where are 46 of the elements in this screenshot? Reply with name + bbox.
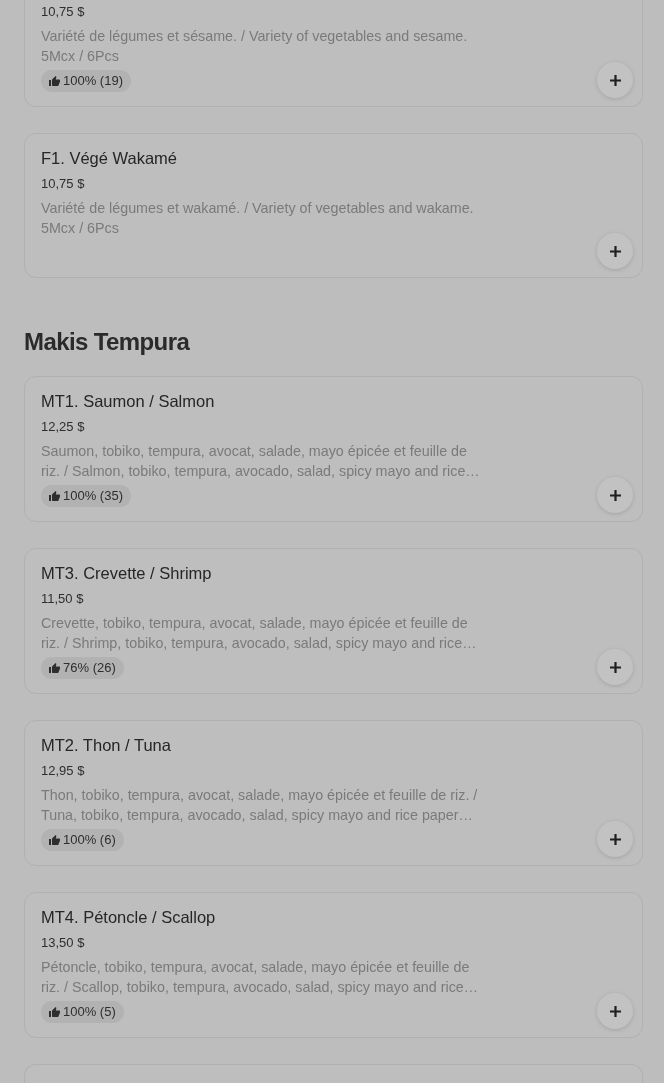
menu-item-card[interactable]: MT2. Thon / Tuna 12,95 $ Thon, tobiko, tempura, avocat, salade, mayo épicée et feuille de riz. / Tuna, tobiko, tempura, avocado, salad, spicy mayo and rice paper… 100% (6) bbox=[24, 720, 643, 866]
item-price: 10,75 $ bbox=[41, 175, 86, 193]
item-title: MT2. Thon / Tuna bbox=[41, 735, 172, 756]
item-description: Pétoncle, tobiko, tempura, avocat, salade, mayo épicée et feuille de riz. / Scallop, tobiko, tempura, avocado, salad, spicy mayo and rice… bbox=[41, 958, 480, 997]
menu-item-card[interactable]: MT3. Crevette / Shrimp 11,50 $ Crevette, tobiko, tempura, avocat, salade, mayo épicée et feuille de riz. / Shrimp, tobiko, tempura, avocado, salad, spicy mayo and rice… 76% (26) bbox=[24, 548, 643, 694]
item-price: 12,25 $ bbox=[41, 418, 86, 436]
item-description: Thon, tobiko, tempura, avocat, salade, mayo épicée et feuille de riz. / Tuna, tobiko, tempura, avocado, salad, spicy mayo and rice paper… bbox=[41, 786, 479, 825]
item-description: Saumon, tobiko, tempura, avocat, salade, mayo épicée et feuille de riz. / Salmon, tobiko, tempura, avocado, salad, spicy mayo and rice… bbox=[41, 442, 481, 481]
item-price: 10,75 $ bbox=[41, 3, 86, 21]
menu-item-card[interactable]: MT1. Saumon / Salmon 12,25 $ Saumon, tobiko, tempura, avocat, salade, mayo épicée et feuille de riz. / Salmon, tobiko, tempura, avocado, salad, spicy mayo and rice… 100% (35) bbox=[24, 376, 643, 522]
plus-icon bbox=[609, 245, 621, 257]
add-button[interactable] bbox=[597, 993, 633, 1029]
item-title: MT1. Saumon / Salmon bbox=[41, 391, 216, 412]
plus-icon bbox=[609, 661, 621, 673]
thumbs-up-icon bbox=[49, 663, 60, 673]
rating-label: 100% (19) bbox=[63, 73, 123, 89]
thumbs-up-icon bbox=[49, 835, 60, 845]
item-description: Variété de légumes et wakamé. / Variety of vegetables and wakame. 5Mcx / 6Pcs bbox=[41, 199, 475, 238]
rating-label: 100% (35) bbox=[63, 488, 123, 504]
menu-item-card[interactable]: 10,75 $ Variété de légumes et sésame. / Variety of vegetables and sesame. 5Mcx / 6Pcs 100% (19) bbox=[24, 0, 643, 107]
plus-icon bbox=[609, 74, 621, 86]
add-button[interactable] bbox=[597, 649, 633, 685]
add-button[interactable] bbox=[597, 62, 633, 98]
add-button[interactable] bbox=[597, 233, 633, 269]
item-title: MT4. Pétoncle / Scallop bbox=[41, 907, 217, 928]
item-title: F1. Végé Wakamé bbox=[41, 148, 179, 169]
item-description: Crevette, tobiko, tempura, avocat, salade, mayo épicée et feuille de riz. / Shrimp, tobiko, tempura, avocado, salad, spicy mayo and rice… bbox=[41, 614, 478, 653]
plus-icon bbox=[609, 489, 621, 501]
add-button[interactable] bbox=[597, 477, 633, 513]
rating-label: 100% (6) bbox=[63, 832, 116, 848]
rating-label: 76% (26) bbox=[63, 660, 116, 676]
menu-item-card[interactable]: MT4. Pétoncle / Scallop 13,50 $ Pétoncle, tobiko, tempura, avocat, salade, mayo épicée et feuille de riz. / Scallop, tobiko, tempura, avocado, salad, spicy mayo and rice… 100% (5) bbox=[24, 892, 643, 1038]
section-heading: Makis Tempura bbox=[24, 327, 191, 357]
thumbs-up-icon bbox=[49, 491, 60, 501]
item-description: Variété de légumes et sésame. / Variety of vegetables and sesame. 5Mcx / 6Pcs bbox=[41, 27, 469, 66]
item-title: MT3. Crevette / Shrimp bbox=[41, 563, 213, 584]
plus-icon bbox=[609, 833, 621, 845]
item-price: 11,50 $ bbox=[41, 590, 85, 608]
rating-label: 100% (5) bbox=[63, 1004, 116, 1020]
thumbs-up-icon bbox=[49, 76, 60, 86]
item-price: 12,95 $ bbox=[41, 762, 86, 780]
thumbs-up-icon bbox=[49, 1007, 60, 1017]
item-price: 13,50 $ bbox=[41, 934, 86, 952]
plus-icon bbox=[609, 1005, 621, 1017]
add-button[interactable] bbox=[597, 821, 633, 857]
menu-item-card[interactable]: F1. Végé Wakamé 10,75 $ Variété de légumes et wakamé. / Variety of vegetables and wakame. 5Mcx / 6Pcs bbox=[24, 133, 643, 278]
